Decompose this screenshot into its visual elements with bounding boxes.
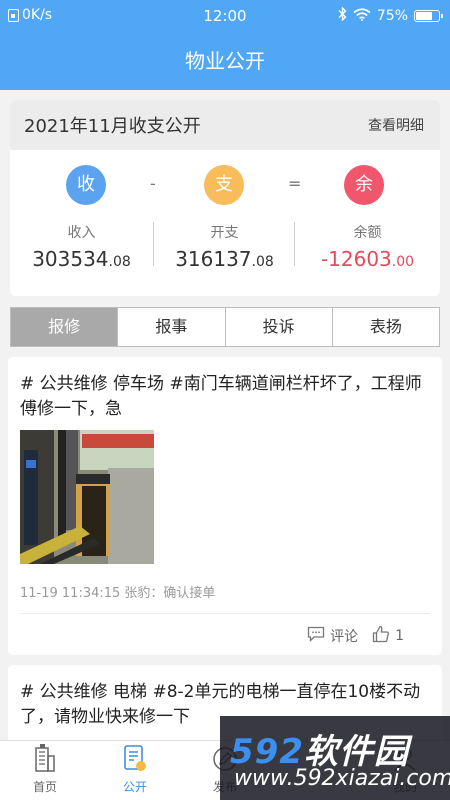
tab-home[interactable]: 首页	[10, 744, 80, 795]
expense-value: 316137.08	[153, 247, 296, 271]
watermark: 592软件园 www.592xiazai.com	[220, 716, 450, 800]
battery-icon	[414, 10, 443, 22]
balance-value: -12603.00	[296, 247, 439, 271]
income-value: 303534.08	[10, 247, 153, 271]
comment-label: 评论	[330, 629, 359, 645]
tab-public[interactable]: 公开	[100, 745, 170, 795]
equals-sign: =	[288, 174, 302, 193]
thumbs-up-icon	[372, 625, 390, 647]
building-icon	[34, 744, 56, 775]
income-decimal: .08	[108, 254, 131, 270]
income-stat: 收入 303534.08	[10, 222, 153, 271]
tab-repair[interactable]: 报修	[11, 308, 119, 346]
divider	[20, 613, 430, 614]
summary-header: 2021年11月收支公开 查看明细	[10, 100, 440, 150]
post-meta: 11-19 11:34:15 张豹：确认接单	[20, 586, 216, 601]
finance-summary-card: 2021年11月收支公开 查看明细 收 - 支 = 余 收入 303534.08…	[10, 100, 440, 296]
expense-int: 316137	[175, 247, 252, 271]
balance-stat: 余额 -12603.00	[296, 222, 439, 271]
battery-fill	[416, 12, 432, 20]
income-label: 收入	[67, 225, 96, 241]
comment-icon	[307, 626, 325, 646]
expense-circle-icon: 支	[204, 165, 244, 205]
bluetooth-icon	[338, 6, 347, 25]
like-count: 1	[395, 628, 404, 644]
category-tabs: 报修 报事 投诉 表扬	[10, 307, 440, 347]
expense-decimal: .08	[251, 254, 274, 270]
tab-public-label: 公开	[122, 780, 147, 794]
status-bar: 0K/s 12:00 75%	[0, 0, 450, 32]
wifi-icon	[353, 7, 371, 25]
expense-label: 开支	[210, 225, 239, 241]
document-icon	[123, 744, 147, 775]
view-details-link[interactable]: 查看明细	[368, 115, 424, 135]
balance-int: -12603	[320, 247, 392, 271]
post-card[interactable]: # 公共维修 停车场 #南门车辆道闸栏杆坏了，工程师傅修一下，急 11-19 1…	[8, 357, 442, 655]
balance-label: 余额	[353, 225, 382, 241]
minus-sign: -	[150, 174, 156, 193]
income-circle-icon: 收	[66, 165, 106, 205]
tab-complaint[interactable]: 投诉	[226, 308, 333, 346]
tab-home-label: 首页	[32, 780, 57, 794]
watermark-url: www.592xiazai.com	[234, 766, 450, 791]
like-button[interactable]: 1	[372, 625, 404, 647]
post-text: # 公共维修 停车场 #南门车辆道闸栏杆坏了，工程师傅修一下，急	[20, 374, 422, 419]
page-title: 物业公开	[0, 32, 450, 90]
income-int: 303534	[32, 247, 109, 271]
summary-title: 2021年11月收支公开	[24, 116, 201, 137]
divider	[294, 222, 295, 266]
balance-decimal: .00	[391, 254, 415, 270]
expense-stat: 开支 316137.08	[153, 222, 296, 271]
comment-button[interactable]: 评论	[307, 626, 358, 646]
post-photo[interactable]	[20, 430, 154, 564]
post-actions: 评论 1	[307, 625, 404, 647]
formula-row: 收 - 支 = 余	[10, 150, 440, 222]
tab-praise[interactable]: 表扬	[333, 308, 439, 346]
stats-row: 收入 303534.08 开支 316137.08 余额 -12603.00	[10, 222, 440, 296]
battery-percent: 75%	[376, 8, 408, 24]
balance-circle-icon: 余	[344, 165, 384, 205]
tab-report[interactable]: 报事	[118, 308, 226, 346]
